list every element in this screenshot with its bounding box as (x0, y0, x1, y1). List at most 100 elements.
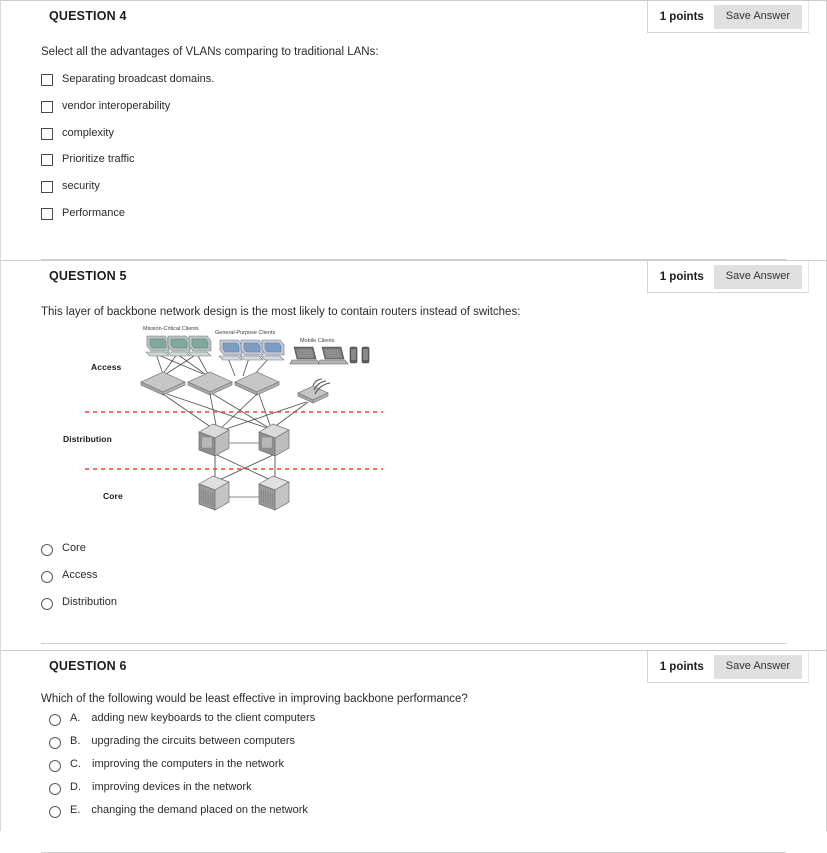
mobile-laptop-client (317, 346, 349, 365)
core-router-right (258, 475, 290, 511)
assessment-page: QUESTION 4 1 points Save Answer Select a… (0, 0, 827, 853)
points-and-save-q6: 1 points Save Answer (646, 651, 809, 683)
question-header-q4: QUESTION 4 1 points Save Answer (1, 1, 826, 33)
option-row[interactable]: Prioritize traffic (41, 153, 786, 167)
option-letter: A. (70, 712, 81, 725)
question-prompt-q5: This layer of backbone network design is… (41, 306, 521, 318)
group-label-mobile-clients: Mobile Clients (300, 338, 335, 345)
mobile-phone-client (349, 346, 358, 364)
option-label[interactable]: Core (62, 542, 86, 556)
option-row[interactable]: Performance (41, 207, 786, 221)
checkbox-input[interactable] (41, 127, 53, 140)
option-row[interactable]: E. changing the demand placed on the net… (49, 804, 786, 819)
option-label[interactable]: improving the computers in the network (92, 758, 284, 772)
option-letter: D. (70, 781, 81, 794)
access-switch-3 (234, 371, 280, 396)
mission-critical-client (187, 335, 212, 357)
option-label[interactable]: vendor interoperability (62, 100, 170, 114)
points-label-q4: 1 points (659, 10, 704, 23)
option-list-q5: Core Access Distribution (41, 542, 786, 611)
save-answer-button-q6[interactable]: Save Answer (713, 654, 802, 679)
question-body-q5: This layer of backbone network design is… (1, 293, 826, 645)
tier-label-access: Access (91, 362, 122, 373)
radio-input[interactable] (49, 760, 61, 773)
radio-input[interactable] (41, 598, 53, 611)
question-block-q6: QUESTION 6 1 points Save Answer Which of… (1, 650, 826, 853)
option-label[interactable]: complexity (62, 127, 114, 141)
checkbox-input[interactable] (41, 181, 53, 194)
radio-input[interactable] (49, 783, 61, 796)
option-label[interactable]: Separating broadcast domains. (62, 73, 214, 87)
distribution-router-right (258, 423, 290, 457)
option-letter: B. (70, 735, 81, 748)
question-body-q4: Select all the advantages of VLANs compa… (1, 33, 826, 260)
option-label[interactable]: Access (62, 569, 97, 583)
question-title-q5: QUESTION 5 (49, 269, 127, 283)
points-and-save-q5: 1 points Save Answer (646, 261, 809, 293)
option-letter: C. (70, 758, 81, 771)
question-prompt-q6: Which of the following would be least ef… (41, 693, 468, 705)
checkbox-input[interactable] (41, 74, 53, 87)
question-title-q4: QUESTION 4 (49, 9, 127, 23)
option-row[interactable]: A. adding new keyboards to the client co… (49, 712, 786, 727)
access-switch-2 (187, 371, 233, 396)
checkbox-input[interactable] (41, 207, 53, 220)
checkbox-input[interactable] (41, 100, 53, 113)
question-header-q6: QUESTION 6 1 points Save Answer (1, 651, 826, 683)
option-label[interactable]: Performance (62, 207, 125, 221)
access-switch-1 (140, 371, 186, 396)
option-label[interactable]: upgrading the circuits between computers (91, 735, 295, 749)
option-row[interactable]: complexity (41, 127, 786, 141)
general-purpose-client (239, 339, 264, 361)
option-row[interactable]: Core (41, 542, 786, 557)
question-block-q5: QUESTION 5 1 points Save Answer This lay… (1, 260, 826, 650)
option-row[interactable]: Separating broadcast domains. (41, 73, 786, 87)
option-label[interactable]: Prioritize traffic (62, 153, 135, 167)
option-row[interactable]: security (41, 180, 786, 194)
radio-input[interactable] (49, 737, 61, 750)
backbone-network-design-diagram: Access Distribution Core Mission-Critica… (63, 324, 383, 529)
question-prompt-q4: Select all the advantages of VLANs compa… (41, 46, 379, 58)
wireless-access-point (297, 385, 329, 404)
radio-input[interactable] (41, 571, 53, 584)
option-label[interactable]: improving devices in the network (92, 781, 252, 795)
mobile-laptop-client (289, 346, 321, 365)
section-divider (41, 643, 786, 645)
option-row[interactable]: D. improving devices in the network (49, 781, 786, 796)
option-letter: E. (70, 804, 81, 817)
option-label[interactable]: security (62, 180, 100, 194)
general-purpose-client (218, 339, 243, 361)
radio-input[interactable] (41, 544, 53, 557)
distribution-router-left (198, 423, 230, 457)
option-label[interactable]: changing the demand placed on the networ… (91, 804, 308, 818)
option-label[interactable]: adding new keyboards to the client compu… (91, 712, 315, 726)
tier-label-core: Core (103, 491, 123, 502)
radio-input[interactable] (49, 714, 61, 727)
question-title-q6: QUESTION 6 (49, 659, 127, 673)
option-row[interactable]: C. improving the computers in the networ… (49, 758, 786, 773)
mission-critical-client (145, 335, 170, 357)
save-answer-button-q5[interactable]: Save Answer (713, 264, 802, 289)
general-purpose-client (260, 339, 285, 361)
question-header-q5: QUESTION 5 1 points Save Answer (1, 261, 826, 293)
save-answer-button-q4[interactable]: Save Answer (713, 4, 802, 29)
points-and-save-q4: 1 points Save Answer (646, 1, 809, 33)
option-row[interactable]: vendor interoperability (41, 100, 786, 114)
question-body-q6: Which of the following would be least ef… (1, 683, 826, 853)
points-label-q5: 1 points (659, 270, 704, 283)
checkbox-input[interactable] (41, 154, 53, 167)
option-list-q4: Separating broadcast domains. vendor int… (41, 73, 786, 221)
mobile-phone-client (361, 346, 370, 364)
core-router-left (198, 475, 230, 511)
mission-critical-client (166, 335, 191, 357)
tier-label-distribution: Distribution (63, 434, 112, 445)
option-row[interactable]: B. upgrading the circuits between comput… (49, 735, 786, 750)
points-label-q6: 1 points (659, 660, 704, 673)
option-row[interactable]: Access (41, 569, 786, 584)
option-list-q6: A. adding new keyboards to the client co… (41, 712, 786, 819)
option-label[interactable]: Distribution (62, 596, 117, 610)
radio-input[interactable] (49, 806, 61, 819)
group-label-general-purpose-clients: General-Purpose Clients (215, 330, 276, 337)
group-label-mission-critical-clients: Mission-Critical Clients (143, 326, 199, 333)
option-row[interactable]: Distribution (41, 596, 786, 611)
